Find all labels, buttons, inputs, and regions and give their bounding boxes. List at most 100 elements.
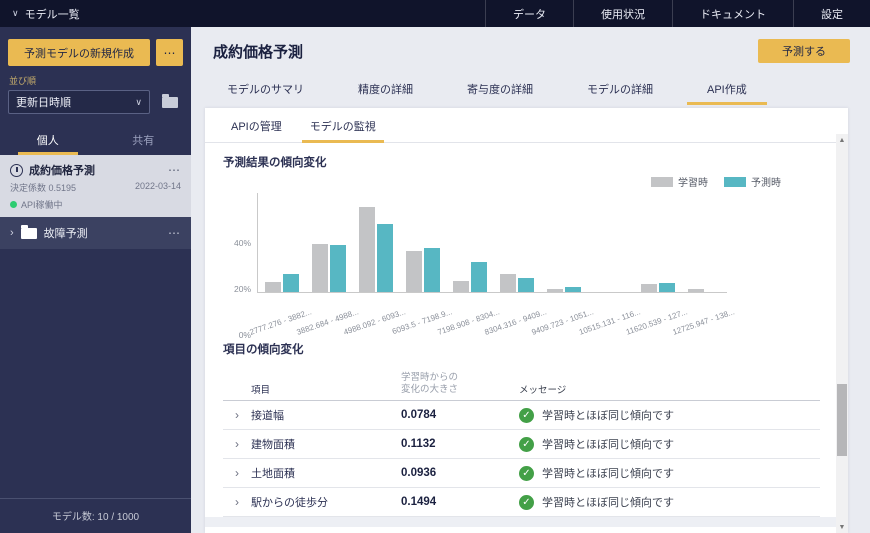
sidebar-tab-shared[interactable]: 共有 bbox=[96, 126, 192, 155]
bar-train bbox=[688, 289, 704, 292]
bar-predict bbox=[471, 262, 487, 292]
chart-x-axis: 2777.276 - 3882...3882.684 - 4988...4988… bbox=[257, 293, 727, 335]
nav-item-usage[interactable]: 使用状況 bbox=[573, 0, 672, 27]
item-name: 土地面積 bbox=[251, 465, 401, 481]
legend-item-predict: 予測時 bbox=[724, 174, 781, 189]
nav-label: 設定 bbox=[821, 6, 843, 22]
check-icon: ✓ bbox=[519, 408, 534, 423]
row-expand-chevron[interactable]: › bbox=[223, 495, 251, 509]
legend-swatch bbox=[724, 177, 746, 187]
change-value: 0.0936 bbox=[401, 467, 519, 479]
top-nav: データ 使用状況 ドキュメント 設定 bbox=[485, 0, 870, 27]
panel-bottom-strip bbox=[205, 517, 836, 527]
tab-contribution-detail[interactable]: 寄与度の詳細 bbox=[453, 77, 547, 105]
tab-api-create[interactable]: API作成 bbox=[693, 77, 761, 105]
tab-accuracy-detail[interactable]: 精度の詳細 bbox=[344, 77, 427, 105]
more-options-button[interactable]: ⋯ bbox=[156, 39, 183, 66]
item-name: 接道幅 bbox=[251, 407, 401, 423]
chart-groups bbox=[258, 193, 728, 292]
bar-predict bbox=[377, 224, 393, 292]
bar-train bbox=[641, 284, 657, 292]
y-tick-label: 40% bbox=[234, 238, 251, 248]
nav-item-documents[interactable]: ドキュメント bbox=[672, 0, 793, 27]
table-row[interactable]: ›接道幅0.0784✓学習時とほぼ同じ傾向です bbox=[223, 401, 820, 430]
trend-chart: 0%20%40% 2777.276 - 3882...3882.684 - 49… bbox=[223, 193, 836, 335]
scroll-down-arrow[interactable]: ▼ bbox=[836, 521, 848, 533]
folder-name: 故障予測 bbox=[44, 225, 161, 241]
bar-group bbox=[493, 274, 540, 292]
bar-predict bbox=[659, 283, 675, 292]
message-text: 学習時とほぼ同じ傾向です bbox=[542, 436, 674, 452]
legend-item-train: 学習時 bbox=[651, 174, 708, 189]
model-list-menu[interactable]: ∨ モデル一覧 bbox=[0, 0, 92, 27]
table-row[interactable]: ›建物面積0.1132✓学習時とほぼ同じ傾向です bbox=[223, 430, 820, 459]
check-icon: ✓ bbox=[519, 437, 534, 452]
row-expand-chevron[interactable]: › bbox=[223, 437, 251, 451]
nav-item-data[interactable]: データ bbox=[485, 0, 573, 27]
api-status-label: API稼働中 bbox=[21, 198, 63, 211]
bar-group bbox=[634, 283, 681, 292]
chevron-right-icon: › bbox=[10, 227, 14, 239]
bar-predict bbox=[518, 278, 534, 292]
bar-predict bbox=[283, 274, 299, 292]
bar-group bbox=[446, 262, 493, 292]
bar-train bbox=[453, 281, 469, 293]
legend-label: 予測時 bbox=[751, 174, 781, 189]
folder-icon bbox=[162, 97, 178, 108]
bar-group bbox=[681, 289, 728, 292]
panel-content: 予測結果の傾向変化 学習時予測時 0%20%40% 2777.276 - 388… bbox=[205, 134, 836, 533]
bar-train bbox=[406, 251, 422, 292]
nav-item-settings[interactable]: 設定 bbox=[793, 0, 870, 27]
bar-predict bbox=[330, 245, 346, 292]
change-value: 0.0784 bbox=[401, 409, 519, 421]
bar-group bbox=[399, 248, 446, 292]
scrollbar-thumb[interactable] bbox=[837, 384, 847, 456]
model-date: 2022-03-14 bbox=[135, 181, 181, 194]
row-expand-chevron[interactable]: › bbox=[223, 408, 251, 422]
new-folder-button[interactable] bbox=[156, 90, 183, 114]
item-name: 建物面積 bbox=[251, 436, 401, 452]
model-list-label: モデル一覧 bbox=[25, 6, 80, 22]
bar-train bbox=[500, 274, 516, 292]
scroll-up-arrow[interactable]: ▲ bbox=[836, 134, 848, 146]
chart-y-axis: 0%20%40% bbox=[223, 193, 257, 335]
sort-order-label: 並び順 bbox=[9, 74, 183, 87]
nav-label: 使用状況 bbox=[601, 6, 645, 22]
check-icon: ✓ bbox=[519, 466, 534, 481]
new-model-button[interactable]: 予測モデルの新規作成 bbox=[8, 39, 150, 66]
y-tick-label: 20% bbox=[234, 284, 251, 294]
chart-legend: 学習時 予測時 bbox=[205, 174, 781, 189]
folder-more-button[interactable]: ⋯ bbox=[168, 226, 181, 240]
column-header-message: メッセージ bbox=[519, 382, 820, 396]
predict-button[interactable]: 予測する bbox=[758, 39, 850, 63]
sidebar-tab-personal[interactable]: 個人 bbox=[0, 126, 96, 155]
row-expand-chevron[interactable]: › bbox=[223, 466, 251, 480]
legend-label: 学習時 bbox=[678, 174, 708, 189]
chevron-down-icon: ∨ bbox=[12, 8, 19, 19]
nav-label: ドキュメント bbox=[700, 6, 766, 22]
table-row[interactable]: ›駅からの徒歩分0.1494✓学習時とほぼ同じ傾向です bbox=[223, 488, 820, 517]
section-title-item-trend: 項目の傾向変化 bbox=[223, 341, 836, 357]
bar-train bbox=[359, 207, 375, 292]
bar-group bbox=[352, 207, 399, 292]
bar-train bbox=[265, 282, 281, 292]
column-header-change: 学習時からの変化の大きさ bbox=[401, 372, 519, 396]
main-area: 成約価格予測 予測する モデルのサマリ 精度の詳細 寄与度の詳細 モデルの詳細 … bbox=[191, 27, 870, 533]
item-name: 駅からの徒歩分 bbox=[251, 494, 401, 510]
check-icon: ✓ bbox=[519, 495, 534, 510]
model-list-item-selected[interactable]: 成約価格予測 ⋯ 決定係数 0.5195 2022-03-14 API稼働中 bbox=[0, 155, 191, 217]
table-row[interactable]: ›土地面積0.0936✓学習時とほぼ同じ傾向です bbox=[223, 459, 820, 488]
change-value: 0.1494 bbox=[401, 496, 519, 508]
model-metric: 決定係数 0.5195 bbox=[10, 181, 76, 194]
vertical-scrollbar[interactable]: ▲ ▼ bbox=[836, 134, 848, 533]
api-status-icon bbox=[10, 201, 17, 208]
sort-order-select[interactable]: 更新日時順 ∨ bbox=[8, 90, 150, 114]
legend-swatch bbox=[651, 177, 673, 187]
tab-model-summary[interactable]: モデルのサマリ bbox=[213, 77, 318, 105]
folder-list-item[interactable]: › 故障予測 ⋯ bbox=[0, 217, 191, 249]
page-title: 成約価格予測 bbox=[213, 41, 303, 62]
model-count: モデル数: 10 / 1000 bbox=[0, 498, 191, 533]
model-more-button[interactable]: ⋯ bbox=[168, 163, 181, 177]
tab-model-detail[interactable]: モデルの詳細 bbox=[573, 77, 667, 105]
bar-train bbox=[312, 244, 328, 292]
